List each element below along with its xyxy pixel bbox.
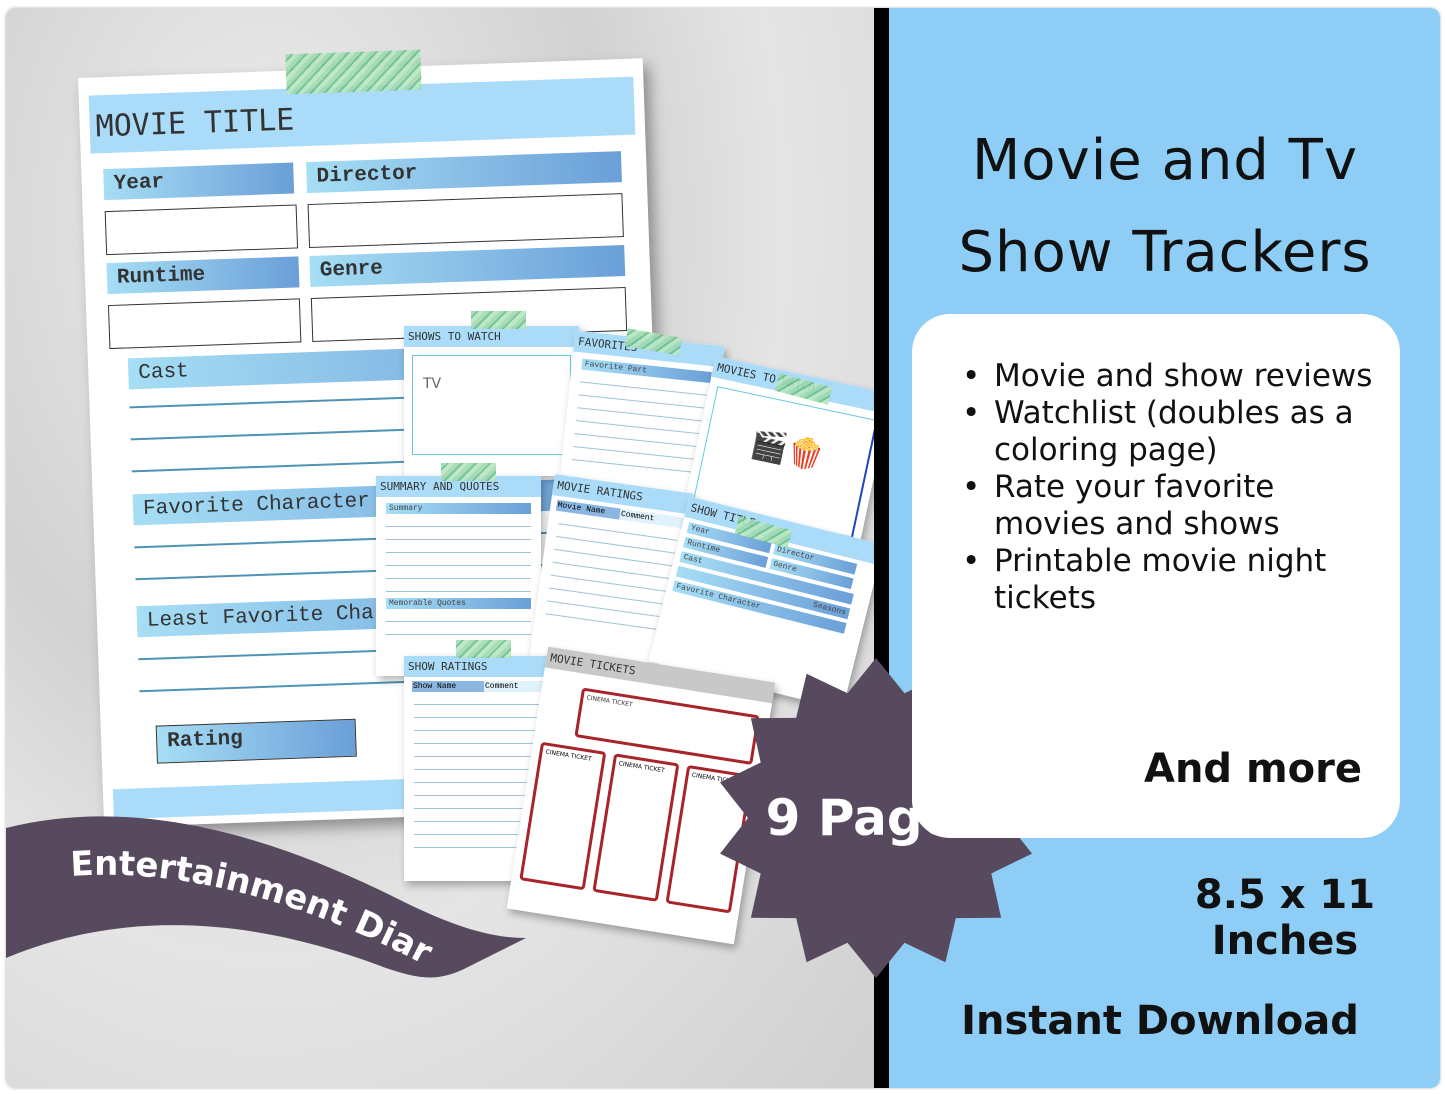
field-label: Genre <box>309 245 626 288</box>
and-more-text: And more <box>1143 746 1362 792</box>
size-text: 8.5 x 11 Inches <box>1150 872 1420 964</box>
mini-sheet-shows-to-watch: SHOWS TO WATCH TV <box>404 326 579 476</box>
field-label: Director <box>306 151 622 194</box>
size-line: 8.5 x 11 <box>1194 872 1376 918</box>
mini-title: SHOW RATINGS <box>404 656 564 677</box>
title-line: Movie and Tv <box>971 128 1359 193</box>
field-label: Year <box>103 162 295 201</box>
feature-list: Movie and show reviews Watchlist (double… <box>962 358 1382 617</box>
washi-tape <box>456 640 511 658</box>
instant-download-text: Instant Download <box>961 998 1359 1044</box>
ticket: CINEMA TICKET <box>592 753 680 902</box>
tv-drawing: TV <box>412 355 571 455</box>
director-box <box>307 193 624 249</box>
mini-label: Summary <box>386 503 531 514</box>
mini-label: Show Name <box>412 681 484 692</box>
washi-tape <box>285 49 422 95</box>
field-label: Rating <box>155 718 357 764</box>
feature-item: Printable movie night tickets <box>962 543 1382 617</box>
mini-title: SHOWS TO WATCH <box>404 326 579 347</box>
year-box <box>104 204 299 256</box>
feature-item: Movie and show reviews <box>962 358 1382 395</box>
feature-item: Rate your favorite movies and shows <box>962 469 1382 543</box>
size-line: Inches <box>1211 918 1359 964</box>
washi-tape <box>441 463 496 481</box>
feature-item: Watchlist (doubles as a coloring page) <box>962 395 1382 469</box>
mini-label: Memorable Quotes <box>386 598 531 609</box>
washi-tape <box>471 311 526 329</box>
product-title: Movie and Tv Show Trackers <box>900 115 1430 299</box>
field-label: Runtime <box>106 256 300 295</box>
runtime-box <box>107 298 302 350</box>
title-line: Show Trackers <box>958 220 1372 285</box>
ribbon-banner: Entertainment Diary <box>6 788 526 978</box>
features-card: Movie and show reviews Watchlist (double… <box>912 314 1400 838</box>
